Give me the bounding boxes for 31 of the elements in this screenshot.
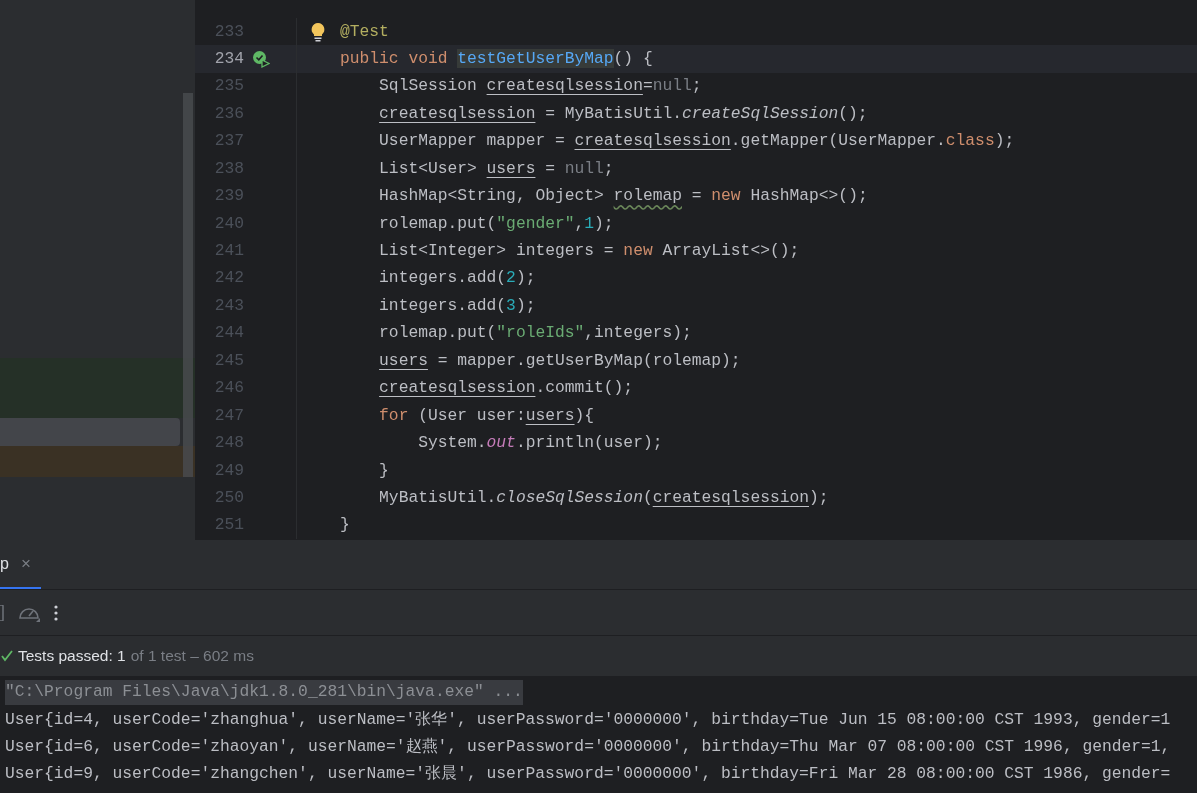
code-line: } [378, 459, 389, 482]
code-line: @Test [340, 20, 389, 43]
line-number: 234 [213, 47, 244, 70]
code-line: rolemap.put("gender",1); [378, 212, 614, 235]
code-line: HashMap<String, Object> rolemap = new HashMap<>(); [378, 185, 868, 208]
code-line: public void testGetUserByMap() { [340, 47, 653, 70]
code-line: users = mapper.getUserByMap(rolemap); [378, 349, 741, 372]
code-line: UserMapper mapper = createsqlsession.getMapper(UserMapper.class); [378, 130, 1015, 153]
lightbulb-icon[interactable] [310, 21, 326, 42]
test-status: Tests passed: 1 [18, 646, 126, 667]
scrollbar-thumb[interactable] [183, 93, 193, 477]
code-line: createsqlsession = MyBatisUtil.createSqlSession(); [378, 102, 868, 125]
test-passed-icon[interactable] [252, 50, 270, 69]
code-line: rolemap.put("roleIds",integers); [378, 322, 692, 345]
code-line: System.out.println(user); [417, 432, 663, 455]
code-line: for (User user:users){ [378, 404, 595, 427]
test-summary: of 1 test – 602 ms [130, 646, 254, 667]
console-output: User{id=6, userCode='zhaoyan', userName='赵燕', userPassword='0000000', birthday=Thu Mar 07 08:00:00 CST 1996, gender=1, [5, 736, 1171, 758]
code-line: integers.add(2); [378, 267, 536, 290]
more-icon[interactable] [54, 604, 58, 621]
code-line: MyBatisUtil.closeSqlSession(createsqlsession); [378, 486, 829, 509]
code-line: integers.add(3); [378, 294, 536, 317]
code-line: List<User> users = null; [378, 157, 614, 180]
code-line: SqlSession createsqlsession=null; [378, 75, 702, 98]
code-line: } [340, 514, 350, 537]
check-icon [1, 649, 13, 663]
console-output: User{id=4, userCode='zhanghua', userName='张华', userPassword='0000000', birthday=Tue Jun 15 08:00:00 CST 1993, gender=1 [5, 708, 1171, 731]
code-line: List<Integer> integers = new ArrayList<>(); [378, 240, 800, 262]
console-output: User{id=9, userCode='zhangchen', userName='张晨', userPassword='0000000', birthday=Fri Mar 28 08:00:00 CST 1986, gender= [5, 763, 1171, 786]
code-line: createsqlsession.commit(); [378, 377, 634, 400]
stop-icon[interactable] [0, 604, 4, 621]
